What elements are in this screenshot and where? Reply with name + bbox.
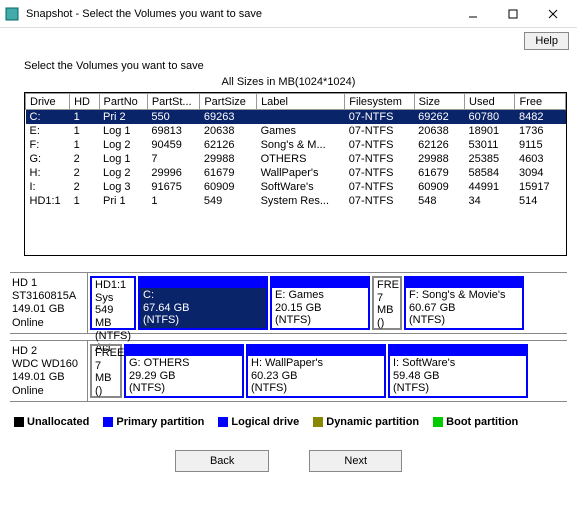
partition-block[interactable]: FRE7 MB() bbox=[372, 276, 402, 330]
partition-block[interactable]: C:67.64 GB(NTFS) bbox=[138, 276, 268, 330]
column-header[interactable]: Used bbox=[465, 94, 515, 110]
column-header[interactable]: PartNo bbox=[99, 94, 147, 110]
table-row[interactable]: E:1Log 16981320638Games07-NTFS2063818901… bbox=[26, 124, 566, 138]
column-header[interactable]: PartSt... bbox=[147, 94, 200, 110]
disk-map: HD 1ST3160815A149.01 GBOnlineHD1:1 Sys54… bbox=[10, 272, 567, 402]
table-row[interactable]: HD1:11Pri 11549System Res...07-NTFS54834… bbox=[26, 194, 566, 208]
volume-table[interactable]: DriveHDPartNoPartSt...PartSizeLabelFiles… bbox=[24, 92, 567, 256]
table-row[interactable]: I:2Log 39167560909SoftWare's07-NTFS60909… bbox=[26, 180, 566, 194]
disk-row: HD 1ST3160815A149.01 GBOnlineHD1:1 Sys54… bbox=[10, 272, 567, 334]
table-row[interactable]: H:2Log 22999661679WallPaper's07-NTFS6167… bbox=[26, 166, 566, 180]
app-icon bbox=[4, 6, 20, 22]
partition-block[interactable]: HD1:1 Sys549 MB(NTFS) Act bbox=[90, 276, 136, 330]
size-caption: All Sizes in MB(1024*1024) bbox=[0, 74, 577, 90]
table-row[interactable]: F:1Log 29045962126Song's & M...07-NTFS62… bbox=[26, 138, 566, 152]
legend-item: Unallocated bbox=[14, 416, 89, 428]
legend: Unallocated Primary partition Logical driv… bbox=[0, 408, 577, 436]
partition-block[interactable]: G: OTHERS29.29 GB(NTFS) bbox=[124, 344, 244, 398]
column-header[interactable]: PartSize bbox=[200, 94, 257, 110]
partition-block[interactable]: FREE7 MB() bbox=[90, 344, 122, 398]
table-row[interactable]: C:1Pri 25506926307-NTFS69262607808482 bbox=[26, 110, 566, 125]
next-button[interactable]: Next bbox=[309, 450, 402, 472]
legend-item: Dynamic partition bbox=[313, 416, 419, 428]
column-header[interactable]: HD bbox=[70, 94, 99, 110]
column-header[interactable]: Label bbox=[257, 94, 345, 110]
close-button[interactable] bbox=[533, 2, 573, 26]
page-subtitle: Select the Volumes you want to save bbox=[0, 54, 577, 74]
table-row[interactable]: G:2Log 1729988OTHERS07-NTFS2998825385460… bbox=[26, 152, 566, 166]
legend-item: Primary partition bbox=[103, 416, 204, 428]
help-button[interactable]: Help bbox=[524, 32, 569, 50]
column-header[interactable]: Size bbox=[414, 94, 464, 110]
legend-item: Logical drive bbox=[218, 416, 299, 428]
disk-row: HD 2WDC WD160149.01 GBOnlineFREE7 MB()G:… bbox=[10, 340, 567, 402]
titlebar: Snapshot - Select the Volumes you want t… bbox=[0, 0, 577, 28]
column-header[interactable]: Filesystem bbox=[345, 94, 414, 110]
partition-block[interactable]: F: Song's & Movie's60.67 GB(NTFS) bbox=[404, 276, 524, 330]
maximize-button[interactable] bbox=[493, 2, 533, 26]
column-header[interactable]: Drive bbox=[26, 94, 70, 110]
partition-block[interactable]: H: WallPaper's60.23 GB(NTFS) bbox=[246, 344, 386, 398]
partition-block[interactable]: I: SoftWare's59.48 GB(NTFS) bbox=[388, 344, 528, 398]
disk-info: HD 2WDC WD160149.01 GBOnline bbox=[10, 341, 88, 401]
column-header[interactable]: Free bbox=[515, 94, 566, 110]
legend-item: Boot partition bbox=[433, 416, 518, 428]
disk-info: HD 1ST3160815A149.01 GBOnline bbox=[10, 273, 88, 333]
window-title: Snapshot - Select the Volumes you want t… bbox=[26, 8, 453, 20]
partition-block[interactable]: E: Games20.15 GB(NTFS) bbox=[270, 276, 370, 330]
back-button[interactable]: Back bbox=[175, 450, 269, 472]
minimize-button[interactable] bbox=[453, 2, 493, 26]
